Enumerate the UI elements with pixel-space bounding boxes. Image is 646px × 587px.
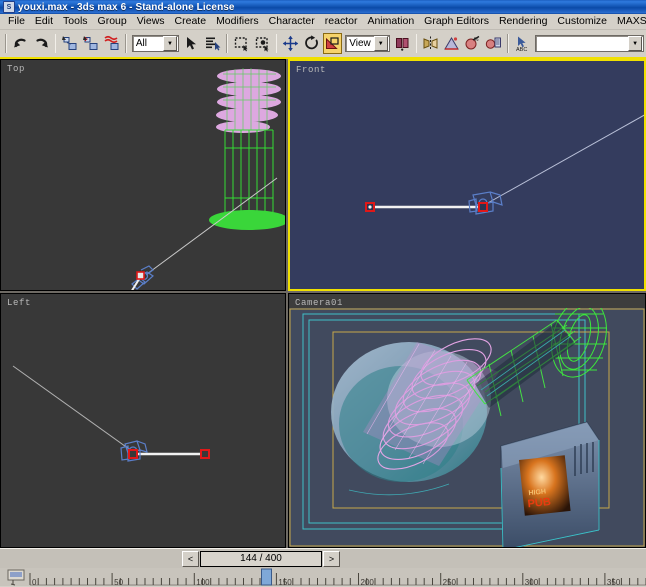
time-ruler[interactable]: 0 50 100 150 200 250 300 350 (0, 568, 646, 586)
named-selection-sets-icon[interactable]: ABC (513, 33, 532, 54)
select-and-rotate-icon[interactable] (302, 33, 321, 54)
chevron-down-icon[interactable]: ▼ (628, 36, 643, 51)
ruler-label: 50 (114, 578, 123, 586)
viewport-camera01-scene: HIGH PUB (289, 308, 645, 547)
viewport-front-label[interactable]: Front (296, 65, 326, 75)
viewport-left-scene (12, 365, 210, 462)
track-bar[interactable]: 0 50 100 150 200 250 300 350 (0, 568, 646, 586)
menu-bar: File Edit Tools Group Views Create Modif… (0, 14, 646, 30)
ruler-label: 100 (196, 578, 210, 586)
ruler-label: 150 (278, 578, 292, 586)
select-and-link-icon[interactable] (60, 33, 79, 54)
normal-align-icon[interactable]: % (463, 33, 482, 54)
bind-to-space-warp-icon[interactable] (102, 33, 121, 54)
viewport-top[interactable]: Top (0, 59, 286, 291)
window-title: youxi.max - 3ds max 6 - Stand-alone Lice… (18, 1, 235, 13)
frame-navigation-group: < 144 / 400 > (182, 550, 340, 567)
viewport-front[interactable]: Front (288, 59, 646, 291)
viewport-area: Top Front Left Camera01 HIGH PUB (0, 59, 646, 548)
frame-navigation-bar: < 144 / 400 > (0, 548, 646, 568)
menu-group[interactable]: Group (93, 14, 132, 29)
title-bar: S youxi.max - 3ds max 6 - Stand-alone Li… (0, 0, 646, 14)
undo-icon[interactable] (11, 33, 30, 54)
window-crossing-toggle-icon[interactable] (253, 33, 272, 54)
time-slider-handle (261, 568, 272, 586)
rectangular-selection-region-icon[interactable] (232, 33, 251, 54)
toolbar-separator (226, 34, 228, 53)
next-frame-button[interactable]: > (323, 550, 340, 567)
viewport-top-label[interactable]: Top (7, 64, 25, 74)
toolbar-separator (54, 34, 57, 53)
select-and-uniform-scale-icon[interactable] (323, 33, 343, 54)
viewport-top-scene (131, 68, 285, 290)
svg-text:ABC: ABC (516, 47, 527, 52)
menu-rendering[interactable]: Rendering (494, 14, 552, 29)
menu-file[interactable]: File (3, 14, 30, 29)
ruler-label: 300 (525, 578, 539, 586)
toolbar-separator (125, 34, 127, 53)
mirror-selected-objects-icon[interactable] (421, 33, 440, 54)
ruler-label: 200 (361, 578, 375, 586)
redo-icon[interactable] (32, 33, 51, 54)
viewport-left[interactable]: Left (0, 293, 286, 548)
reference-coordinate-system-combo[interactable]: View ▼ (345, 35, 390, 52)
menu-reactor[interactable]: reactor (320, 14, 363, 29)
menu-views[interactable]: Views (132, 14, 170, 29)
toolbar-separator (415, 34, 418, 53)
svg-text:PUB: PUB (527, 496, 551, 510)
viewport-camera01-label[interactable]: Camera01 (295, 298, 343, 308)
svg-text:%: % (474, 37, 479, 43)
menu-animation[interactable]: Animation (362, 14, 419, 29)
select-and-move-icon[interactable] (281, 33, 300, 54)
place-highlight-icon[interactable] (484, 33, 503, 54)
menu-edit[interactable]: Edit (30, 14, 58, 29)
select-object-arrow-icon[interactable] (182, 33, 201, 54)
use-pivot-point-center-icon[interactable] (393, 33, 412, 54)
app-icon: S (3, 1, 15, 13)
select-by-name-icon[interactable] (203, 33, 222, 54)
previous-frame-button[interactable]: < (182, 550, 199, 567)
ruler-label: 250 (443, 578, 457, 586)
frame-counter-display[interactable]: 144 / 400 (200, 550, 322, 567)
3dsmax-application-window: S youxi.max - 3ds max 6 - Stand-alone Li… (0, 0, 646, 587)
menu-create[interactable]: Create (170, 14, 212, 29)
toolbar-separator (5, 34, 7, 53)
unlink-selection-icon[interactable] (81, 33, 100, 54)
reference-coordinate-system-value: View (349, 38, 371, 49)
chevron-down-icon[interactable]: ▼ (163, 36, 178, 51)
toolbar-separator (275, 34, 278, 53)
toolbar-separator (507, 34, 510, 53)
selection-filter-combo[interactable]: All ▼ (131, 35, 180, 52)
selection-filter-value: All (135, 38, 147, 49)
align-icon[interactable] (442, 33, 461, 54)
menu-customize[interactable]: Customize (552, 14, 612, 29)
viewport-front-scene (365, 114, 644, 215)
menu-maxscript[interactable]: MAXScript (612, 14, 646, 29)
chevron-down-icon[interactable]: ▼ (373, 36, 388, 51)
main-toolbar: All ▼ View ▼ % ABC ▼ (0, 30, 646, 59)
menu-character[interactable]: Character (264, 14, 320, 29)
menu-graph-editors[interactable]: Graph Editors (419, 14, 494, 29)
named-selection-sets-field[interactable]: ▼ (535, 35, 645, 52)
menu-tools[interactable]: Tools (58, 14, 93, 29)
menu-modifiers[interactable]: Modifiers (211, 14, 264, 29)
ruler-label: 0 (32, 578, 37, 586)
ruler-label: 350 (607, 578, 621, 586)
viewport-left-label[interactable]: Left (7, 298, 31, 308)
viewport-camera01[interactable]: Camera01 HIGH PUB (288, 293, 646, 548)
